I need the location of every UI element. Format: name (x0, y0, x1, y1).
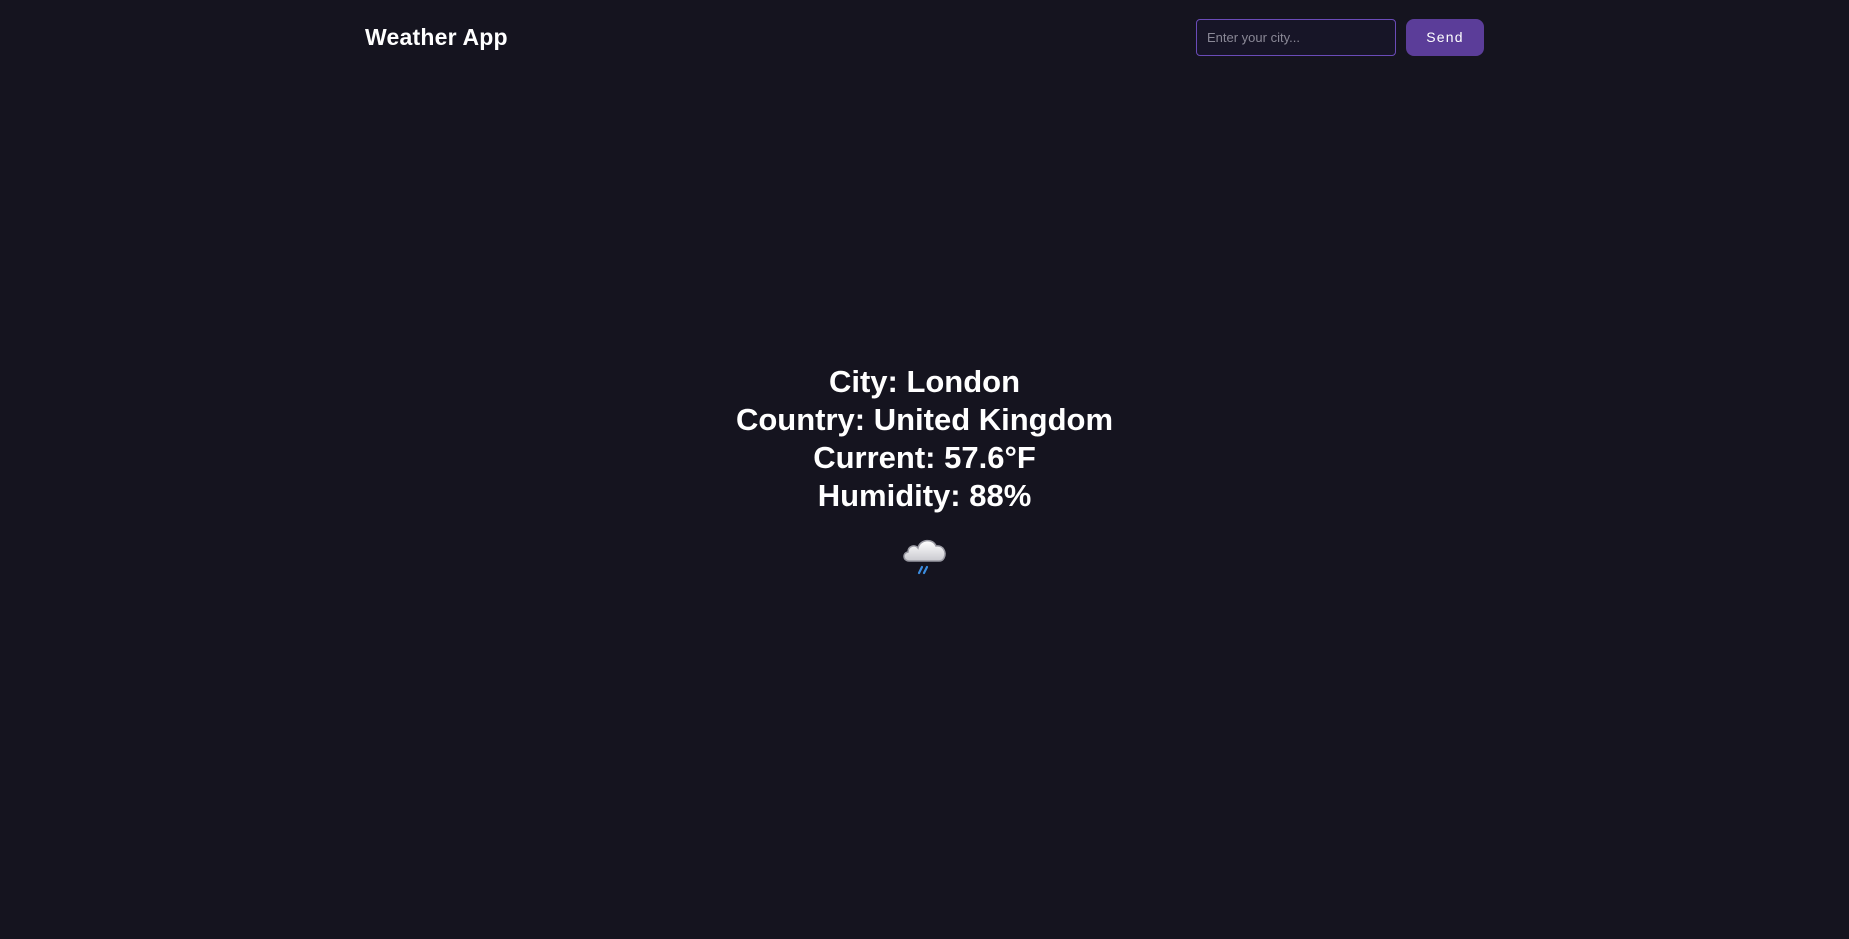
rain-cloud-icon (902, 539, 946, 575)
send-button[interactable]: Send (1406, 18, 1484, 56)
search-form: Send (1196, 18, 1484, 56)
weather-info: City: London Country: United Kingdom Cur… (0, 363, 1849, 577)
city-text: City: London (828, 364, 1021, 399)
current-temperature-text: Current: 57.6°F (813, 440, 1036, 475)
app-header: Weather App Send (365, 18, 1484, 56)
app-title: Weather App (365, 23, 508, 50)
city-search-input[interactable] (1196, 18, 1396, 56)
country-text: Country: United Kingdom (735, 402, 1114, 437)
humidity-text: Humidity: 88% (817, 478, 1032, 513)
